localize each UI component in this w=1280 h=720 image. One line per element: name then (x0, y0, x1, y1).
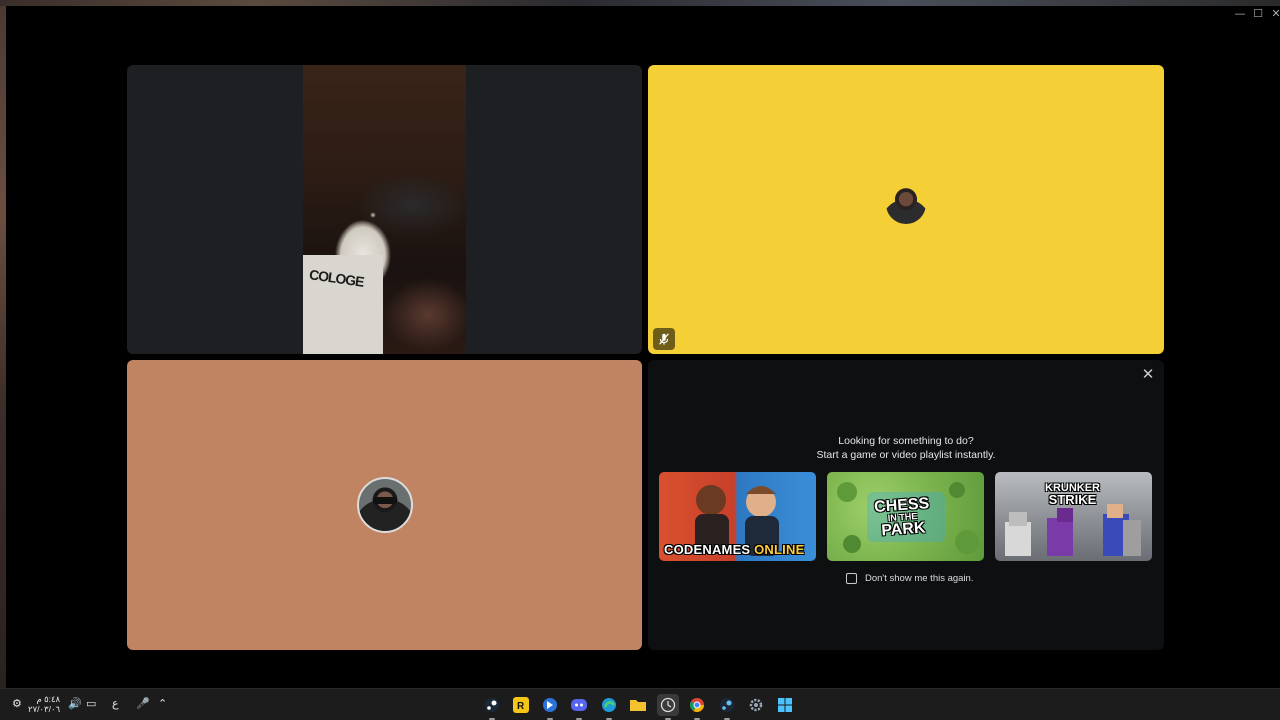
microphone-icon[interactable]: 🎤 (136, 697, 150, 711)
codenames-title: CODENAMES ONLINE (664, 542, 805, 557)
camera-video-feed: COLOGE (303, 65, 466, 354)
display-icon[interactable]: ▭ (86, 697, 96, 711)
activity-suggestions-panel: ✕ Looking for something to do? Start a g… (648, 360, 1164, 650)
avatar (357, 477, 413, 533)
clock-app-icon[interactable] (657, 694, 679, 720)
svg-text:R: R (517, 701, 525, 712)
network-settings-icon[interactable]: ⚙ (12, 697, 22, 711)
close-panel-button[interactable]: ✕ (1138, 364, 1158, 384)
system-clock[interactable]: ٥:٤٨ م ٢٧/٠٣/٠٦ (28, 694, 60, 714)
volume-icon[interactable]: 🔊 (68, 697, 82, 711)
windows-taskbar: ⚙ ٥:٤٨ م ٢٧/٠٣/٠٦ 🔊 ▭ ع 🎤 ⌃ R (0, 688, 1280, 720)
mic-off-icon (659, 333, 669, 345)
krunker-title: KRUNKER STRIKE (1045, 482, 1100, 507)
dont-show-label: Don't show me this again. (865, 573, 974, 584)
windows-start-icon[interactable] (774, 694, 796, 716)
edge-icon[interactable] (598, 694, 620, 720)
steam-icon[interactable] (481, 694, 503, 720)
panel-heading: Looking for something to do? Start a gam… (648, 434, 1164, 462)
close-window-button[interactable]: ✕ (1266, 7, 1280, 21)
minimize-button[interactable]: — (1230, 7, 1250, 21)
dont-show-again-option[interactable]: Don't show me this again. (846, 573, 973, 584)
sunglasses-detail (373, 497, 397, 504)
clock-date: ٢٧/٠٣/٠٦ (28, 704, 61, 714)
game-card-chess-in-the-park[interactable]: CHESS IN THE PARK (827, 472, 984, 561)
chess-title: CHESS IN THE PARK (873, 495, 930, 540)
game-card-krunker-strike[interactable]: KRUNKER STRIKE (995, 472, 1152, 561)
panel-heading-line1: Looking for something to do? (838, 435, 974, 447)
chevron-up-icon[interactable]: ⌃ (158, 697, 167, 711)
voice-tile-yellow[interactable] (648, 65, 1164, 354)
steam-icon[interactable] (716, 694, 738, 720)
panel-heading-line2: Start a game or video playlist instantly… (816, 449, 996, 461)
rockstar-icon[interactable]: R (510, 694, 532, 716)
maximize-button[interactable]: ☐ (1248, 7, 1268, 21)
game-card-codenames[interactable]: CODENAMES ONLINE (659, 472, 816, 561)
settings-icon[interactable] (745, 694, 767, 716)
video-tile-camera[interactable]: COLOGE (127, 65, 642, 354)
discord-icon[interactable] (568, 694, 590, 720)
chrome-icon[interactable] (686, 694, 708, 720)
app-icon[interactable] (539, 694, 561, 720)
voice-tile-orange[interactable] (127, 360, 642, 650)
title-bar: — ☐ ✕ (6, 6, 1280, 22)
file-explorer-icon[interactable] (627, 694, 649, 716)
muted-mic-icon[interactable] (653, 328, 675, 350)
dont-show-checkbox[interactable] (846, 573, 857, 584)
avatar (886, 184, 926, 224)
clock-time: ٥:٤٨ م (36, 694, 61, 704)
language-indicator[interactable]: ع (112, 697, 119, 711)
